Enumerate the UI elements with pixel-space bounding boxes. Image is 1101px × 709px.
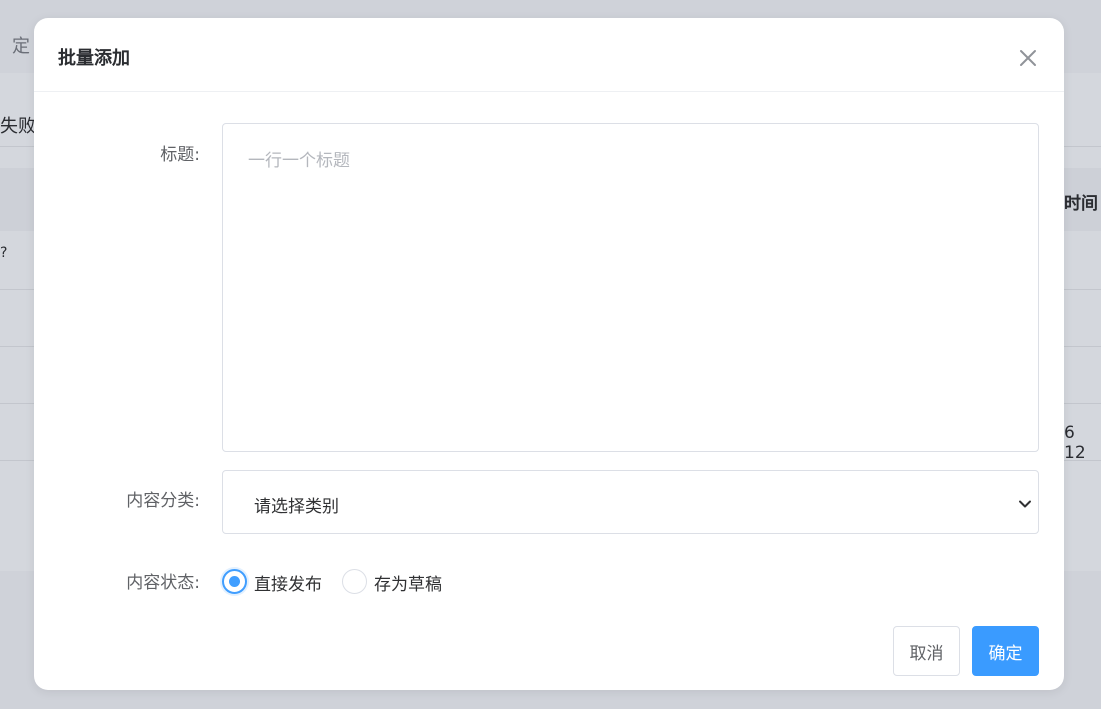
status-radio-publish[interactable]: 直接发布 [222,569,342,595]
batch-add-dialog: 批量添加 标题: 内容分类: 请选择类别 内容状态: 直接发布 存为草稿 取消 … [34,18,1064,690]
dialog-header: 批量添加 [34,18,1064,92]
cancel-button[interactable]: 取消 [893,626,960,676]
background-row-fragment: ? [0,245,8,261]
close-icon[interactable] [1016,46,1040,70]
background-top-text: 定 [12,36,30,57]
chevron-down-icon [1018,496,1032,510]
category-select[interactable]: 请选择类别 [222,470,1039,534]
title-label: 标题: [160,145,200,165]
category-label: 内容分类: [126,491,200,511]
radio-unchecked-icon [342,569,367,594]
radio-label-draft: 存为草稿 [374,575,442,595]
radio-checked-icon [222,569,247,594]
status-label: 内容状态: [126,573,200,593]
confirm-button[interactable]: 确定 [972,626,1039,676]
status-radio-draft[interactable]: 存为草稿 [342,569,462,595]
background-number-fragment: 6 12 [1064,423,1086,463]
background-time-column: 时间 [1064,194,1098,214]
radio-label-publish: 直接发布 [254,575,322,595]
title-textarea[interactable] [222,123,1039,452]
dialog-title: 批量添加 [58,48,130,69]
radio-dot [229,576,240,587]
category-selected-value: 请选择类别 [254,497,339,517]
background-fail-tab: 失败 [0,116,36,137]
